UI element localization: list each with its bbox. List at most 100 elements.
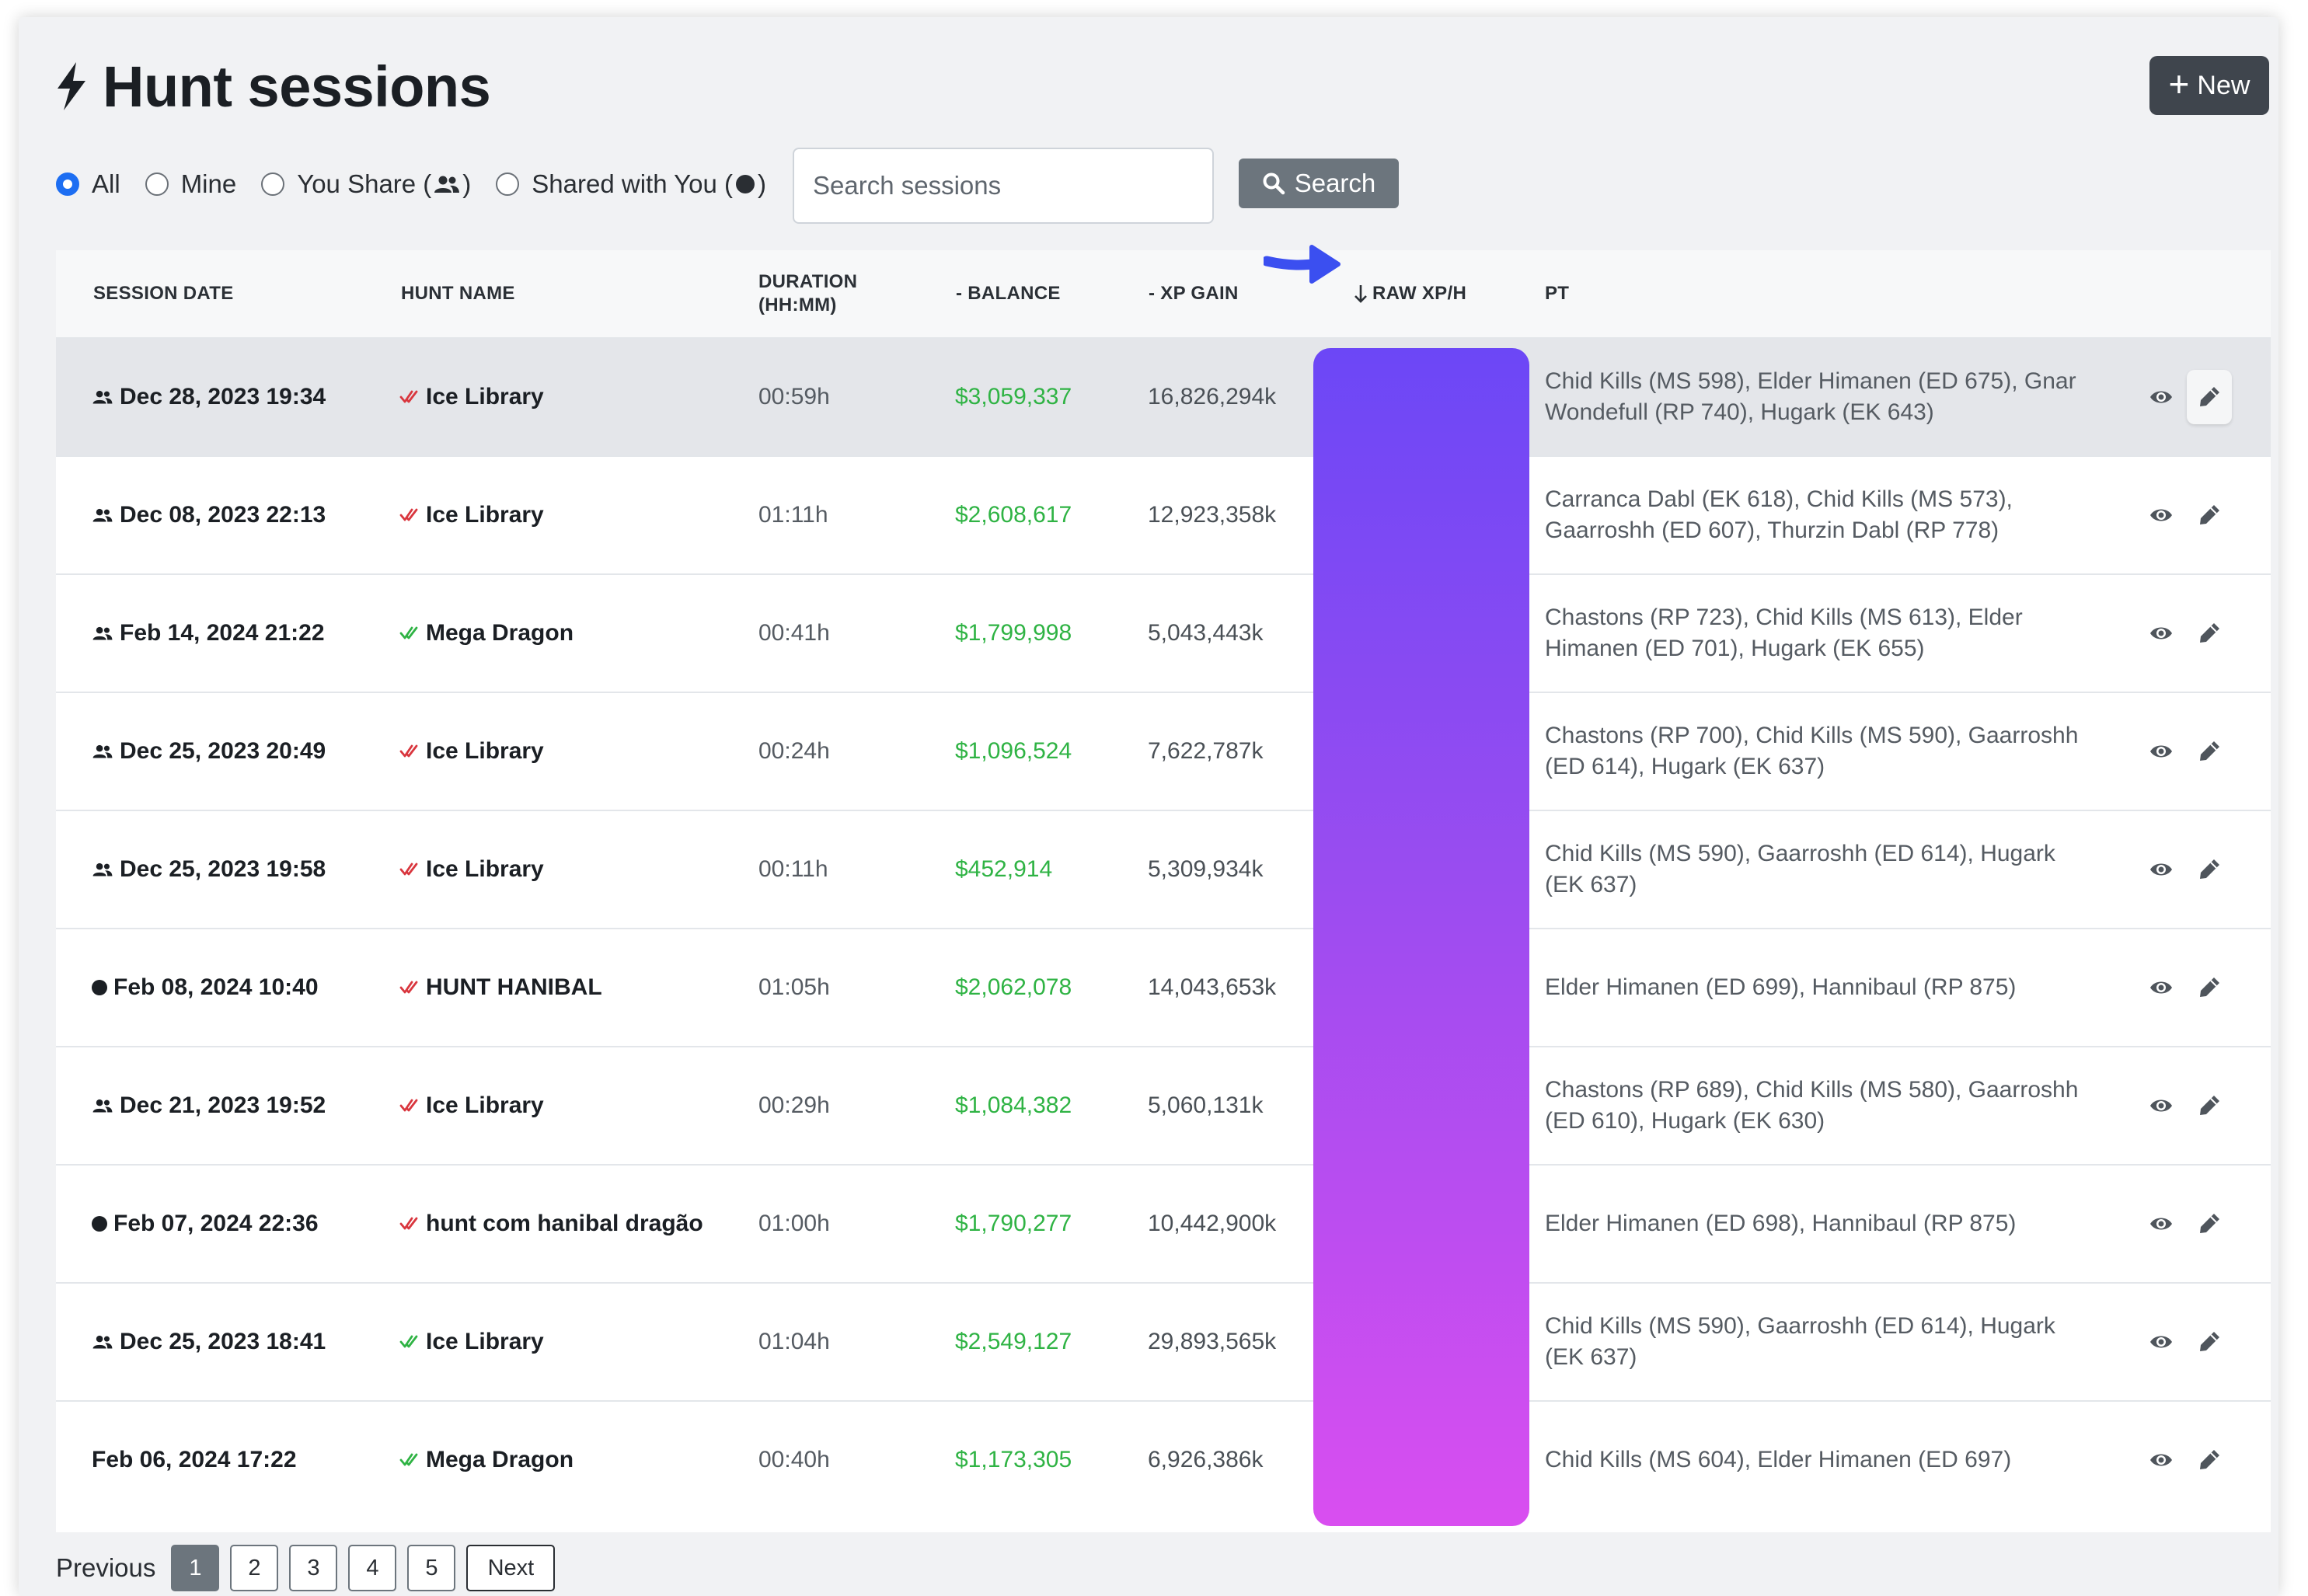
previous-page-link[interactable]: Previous: [56, 1553, 155, 1583]
raw-xp-h-cell: 7,041,370k: [1354, 974, 1470, 1000]
table-row[interactable]: Dec 21, 2023 19:52 Ice Library 00:29h $1,08…: [56, 1046, 2271, 1164]
row-actions: [2139, 457, 2232, 573]
next-page-button[interactable]: Next: [466, 1545, 556, 1591]
duration-cell: 01:05h: [758, 974, 830, 1000]
page-4-button[interactable]: 4: [348, 1545, 397, 1591]
row-actions: [2139, 575, 2232, 692]
hunt-name-cell: Ice Library: [399, 1284, 544, 1400]
pencil-icon: [2200, 1096, 2219, 1115]
page-1-button[interactable]: 1: [171, 1545, 220, 1591]
filter-mine[interactable]: Mine: [145, 169, 236, 199]
col-raw-xp-h[interactable]: RAW XP/H: [1354, 250, 1466, 337]
party-cell: Chid Kills (MS 590), Gaarroshh (ED 614),…: [1545, 811, 2089, 928]
duration-cell: 01:11h: [758, 502, 828, 528]
view-button[interactable]: [2139, 1197, 2184, 1251]
hunt-name-cell: Mega Dragon: [399, 1402, 574, 1518]
session-date-cell: Feb 06, 2024 17:22: [92, 1402, 297, 1518]
table-row[interactable]: Dec 25, 2023 18:41 Ice Library 01:04h $2,54…: [56, 1282, 2271, 1400]
search-button-label: Search: [1294, 169, 1376, 197]
view-button[interactable]: [2139, 370, 2184, 424]
table-row[interactable]: Feb 14, 2024 21:22 Mega Dragon 00:41h $1,79…: [56, 573, 2271, 692]
page-5-button[interactable]: 5: [407, 1545, 456, 1591]
eye-icon: [2150, 509, 2172, 521]
search-input[interactable]: [793, 148, 1214, 224]
view-button[interactable]: [2139, 1315, 2184, 1369]
filter-you-share[interactable]: You Share ( ): [261, 169, 471, 199]
edit-button[interactable]: [2187, 842, 2232, 897]
pencil-icon: [2200, 1332, 2219, 1351]
table-row[interactable]: Dec 08, 2023 22:13 Ice Library 01:11h $2,60…: [56, 455, 2271, 573]
session-date: Dec 08, 2023 22:13: [120, 502, 326, 528]
duration-cell: 00:29h: [758, 1092, 830, 1118]
session-date: Feb 07, 2024 22:36: [113, 1211, 319, 1236]
raw-xp-h-cell: 6,931,269k: [1354, 1329, 1470, 1354]
edit-button[interactable]: [2187, 960, 2232, 1015]
view-button[interactable]: [2139, 1433, 2184, 1487]
eye-icon: [2150, 1336, 2172, 1348]
xp-gain-cell: 5,043,443k: [1148, 620, 1264, 646]
edit-button[interactable]: [2187, 724, 2232, 779]
duration-cell: 00:40h: [758, 1447, 830, 1472]
xp-gain-cell: 5,309,934k: [1148, 856, 1264, 882]
view-button[interactable]: [2139, 724, 2184, 779]
hunt-name-cell: hunt com hanibal dragão: [399, 1166, 703, 1282]
eye-icon: [2150, 745, 2172, 758]
edit-button[interactable]: [2187, 1315, 2232, 1369]
col-pt[interactable]: PT: [1545, 250, 1569, 337]
col-hunt-name[interactable]: HUNT NAME: [401, 250, 515, 337]
radio-all[interactable]: [56, 172, 79, 196]
table-row[interactable]: Feb 08, 2024 10:40 HUNT HANIBAL 01:05h $2,0…: [56, 928, 2271, 1046]
edit-button[interactable]: [2187, 606, 2232, 660]
edit-button[interactable]: [2187, 370, 2232, 424]
duration-cell: 01:04h: [758, 1329, 830, 1354]
radio-mine[interactable]: [145, 172, 169, 196]
col-session-date[interactable]: SESSION DATE: [93, 250, 234, 337]
view-button[interactable]: [2139, 606, 2184, 660]
table-row[interactable]: Dec 25, 2023 20:49 Ice Library 00:24h $1,09…: [56, 692, 2271, 810]
party-members: Chid Kills (MS 590), Gaarroshh (ED 614),…: [1545, 1313, 2055, 1370]
view-button[interactable]: [2139, 1079, 2184, 1133]
edit-button[interactable]: [2187, 1197, 2232, 1251]
double-check-icon: [399, 1217, 418, 1230]
search-button[interactable]: Search: [1239, 159, 1399, 208]
hunt-name-cell: Ice Library: [399, 457, 544, 573]
eye-icon: [2150, 981, 2172, 994]
radio-shared-with-you[interactable]: [496, 172, 520, 196]
col-xp-gain[interactable]: - XP GAIN: [1149, 250, 1239, 337]
shared-users-icon: [92, 744, 113, 758]
pencil-icon: [2200, 1450, 2219, 1469]
hunt-name: Ice Library: [426, 384, 544, 409]
view-button[interactable]: [2139, 488, 2184, 542]
view-button[interactable]: [2139, 960, 2184, 1015]
raw-xp-h-cell: 6,927,000k: [1354, 1447, 1470, 1472]
radio-you-share[interactable]: [261, 172, 285, 196]
raw-xp-h-cell: 6,962,529k: [1354, 1211, 1470, 1236]
col-balance[interactable]: - BALANCE: [956, 250, 1061, 337]
view-button[interactable]: [2139, 842, 2184, 897]
new-session-button[interactable]: + New: [2149, 56, 2269, 115]
edit-button[interactable]: [2187, 1079, 2232, 1133]
page-3-button[interactable]: 3: [289, 1545, 338, 1591]
edit-button[interactable]: [2187, 1433, 2232, 1487]
table-row[interactable]: Feb 07, 2024 22:36 hunt com hanibal dragã…: [56, 1164, 2271, 1282]
party-members: Chastons (RP 689), Chid Kills (MS 580), …: [1545, 1077, 2079, 1134]
table-row[interactable]: Feb 06, 2024 17:22 Mega Dragon 00:40h $1,17…: [56, 1400, 2271, 1518]
table-row[interactable]: Dec 28, 2023 19:34 Ice Library 00:59h $3,05…: [56, 337, 2271, 455]
raw-xp-h-cell: 7,062,218k: [1354, 856, 1470, 882]
edit-button[interactable]: [2187, 488, 2232, 542]
filter-shared-with-you[interactable]: Shared with You ( ): [496, 169, 766, 199]
filter-you-share-suffix: ): [462, 169, 472, 198]
search-icon: [1263, 172, 1285, 195]
row-actions: [2139, 1402, 2232, 1518]
party-cell: Chid Kills (MS 604), Elder Himanen (ED 6…: [1545, 1402, 2089, 1518]
xp-gain-cell: 10,442,900k: [1148, 1211, 1277, 1236]
col-duration[interactable]: DURATION (HH:MM): [758, 250, 857, 337]
table-row[interactable]: Dec 25, 2023 19:58 Ice Library 00:11h $452,…: [56, 810, 2271, 928]
session-date-cell: Dec 25, 2023 20:49: [92, 693, 326, 810]
eye-icon: [2150, 863, 2172, 876]
filter-all[interactable]: All: [56, 169, 120, 199]
session-date: Feb 14, 2024 21:22: [120, 620, 325, 646]
page-2-button[interactable]: 2: [230, 1545, 279, 1591]
double-check-icon: [399, 1453, 418, 1466]
row-actions: [2139, 1047, 2232, 1164]
